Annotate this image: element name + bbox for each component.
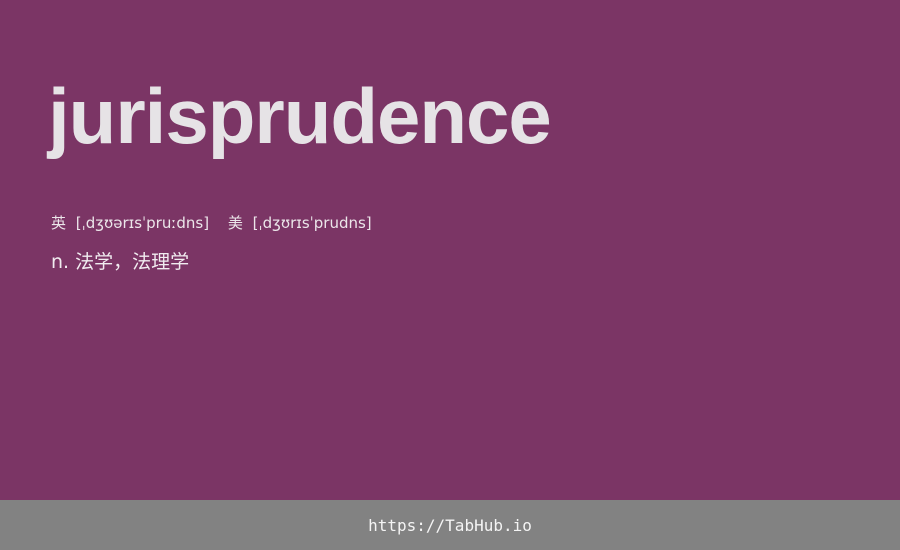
uk-label: 英	[51, 214, 67, 232]
word-title: jurisprudence	[48, 72, 552, 160]
uk-pronunciation: 英 [ˌdʒʊərɪsˈpruːdns]	[51, 212, 209, 233]
tabhub-link[interactable]: https://TabHub.io	[368, 516, 532, 535]
definition-text: n. 法学，法理学	[51, 251, 190, 273]
word-card: jurisprudence 英 [ˌdʒʊərɪsˈpruːdns] 美 [ˌd…	[0, 0, 900, 500]
uk-ipa: [ˌdʒʊərɪsˈpruːdns]	[75, 214, 210, 232]
us-ipa: [ˌdʒʊrɪsˈprudns]	[252, 214, 372, 232]
pronunciation-row: 英 [ˌdʒʊərɪsˈpruːdns] 美 [ˌdʒʊrɪsˈprudns]	[51, 212, 372, 233]
footer-bar: https://TabHub.io	[0, 500, 900, 550]
us-pronunciation: 美 [ˌdʒʊrɪsˈprudns]	[228, 212, 372, 233]
us-label: 美	[227, 214, 243, 232]
